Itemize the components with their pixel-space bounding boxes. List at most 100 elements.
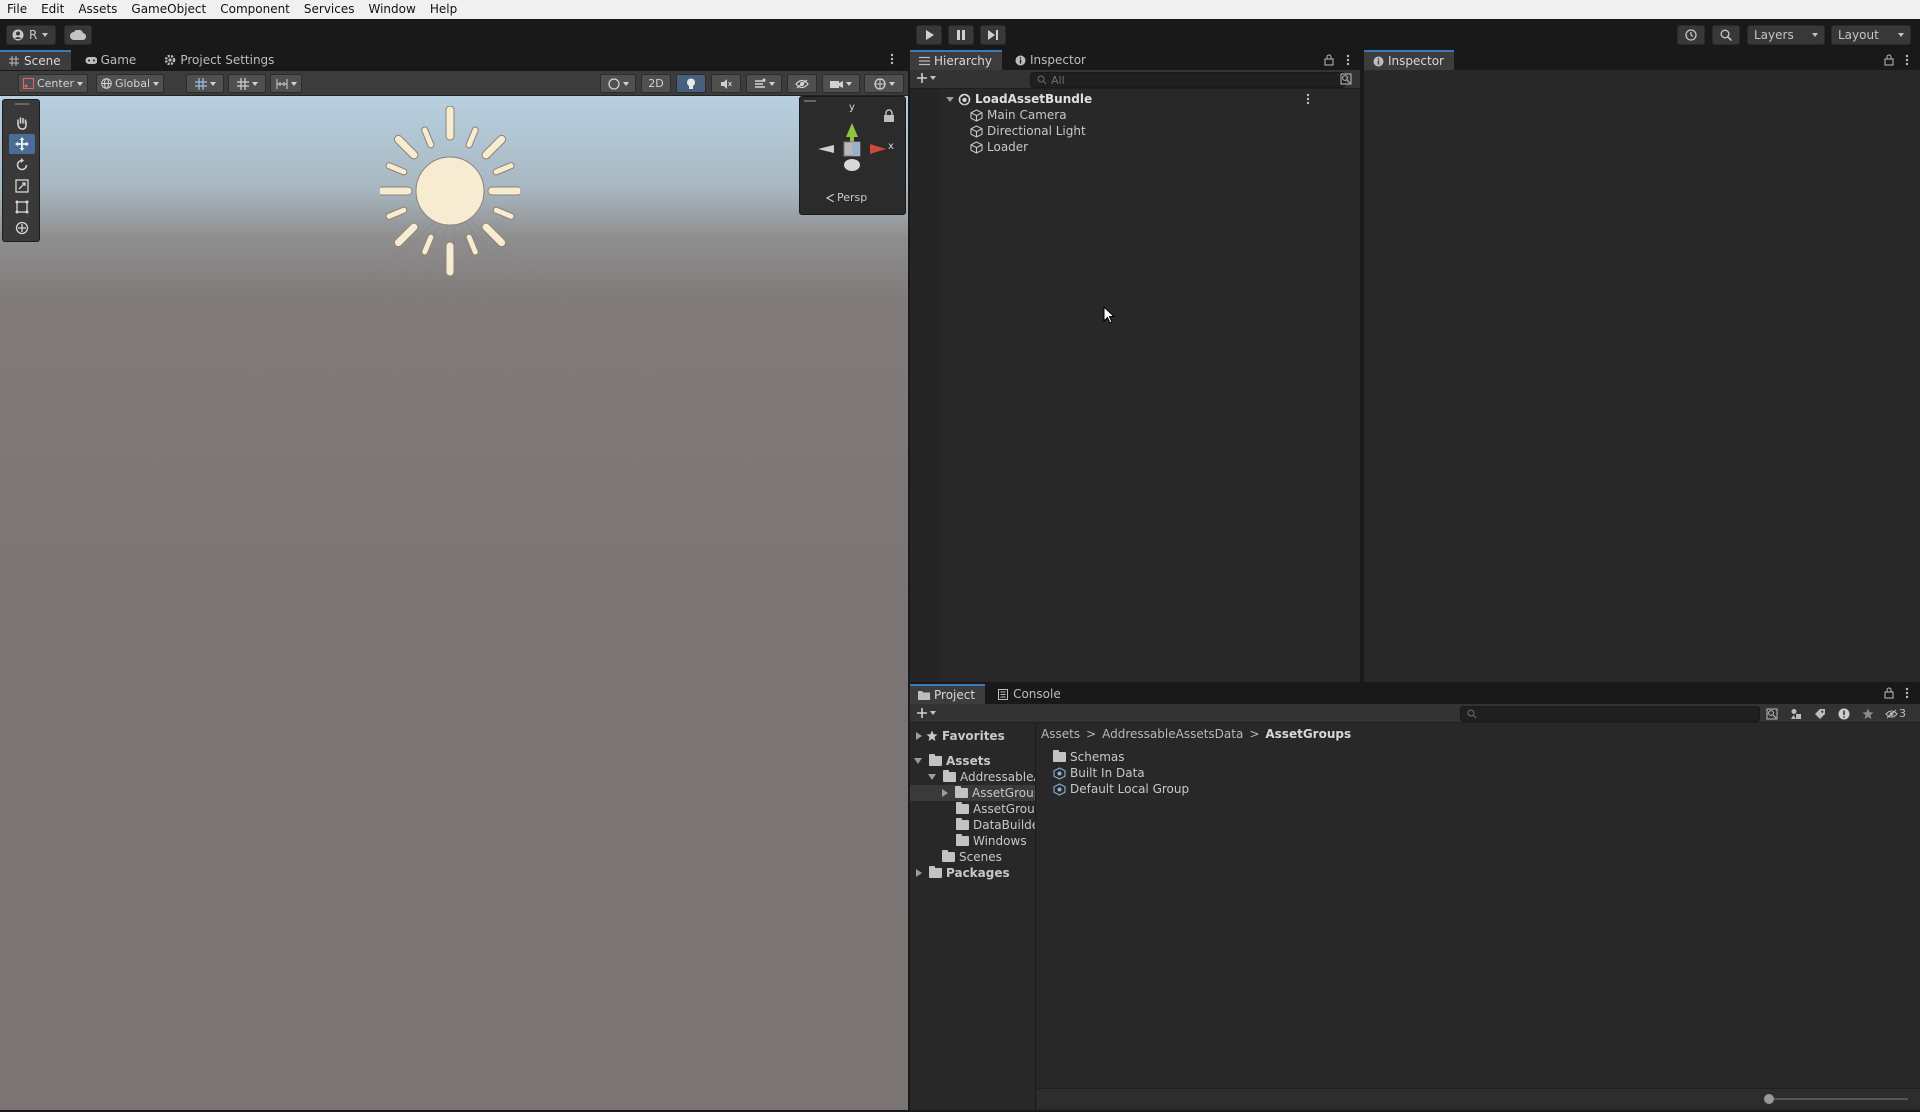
scene-menu-icon[interactable] — [1306, 93, 1310, 105]
increment-snap-dropdown[interactable] — [270, 74, 302, 93]
scale-tool[interactable] — [9, 176, 35, 196]
projection-toggle[interactable]: Persp — [826, 191, 867, 204]
play-button[interactable] — [916, 25, 942, 45]
scene-toolbar: Center Global 2D — [0, 71, 908, 96]
tree-favorites[interactable]: Favorites — [916, 728, 1005, 744]
search-scene-icon[interactable] — [1766, 708, 1778, 720]
history-button[interactable] — [1677, 25, 1705, 45]
search-scene-icon[interactable] — [1340, 73, 1352, 85]
grid-visibility-dropdown[interactable] — [228, 74, 266, 93]
audio-toggle[interactable] — [711, 74, 741, 93]
tab-project-settings[interactable]: Project Settings — [156, 50, 284, 70]
tree-addressable[interactable]: AddressableA — [928, 769, 1035, 785]
filter-by-type-icon[interactable] — [1790, 708, 1802, 720]
menu-file[interactable]: File — [0, 0, 34, 19]
create-dropdown[interactable] — [916, 72, 936, 84]
filter-by-log-icon[interactable] — [1838, 708, 1850, 720]
hierarchy-search-input[interactable]: All — [1030, 72, 1345, 88]
camera-settings-dropdown[interactable] — [822, 74, 860, 93]
gear-icon — [164, 54, 176, 66]
pause-button[interactable] — [948, 25, 974, 45]
cloud-icon — [70, 30, 86, 40]
star-icon[interactable] — [1862, 708, 1874, 720]
transform-tool[interactable] — [9, 218, 35, 238]
orientation-gizmo[interactable]: y x Persp — [799, 96, 906, 215]
search-button[interactable] — [1712, 25, 1740, 45]
menu-component[interactable]: Component — [213, 0, 297, 19]
project-search-input[interactable] — [1460, 706, 1760, 722]
palette-grip[interactable] — [15, 103, 29, 105]
lighting-toggle[interactable] — [676, 74, 706, 93]
expand-triangle-icon[interactable] — [914, 758, 922, 764]
expand-triangle-icon[interactable] — [916, 732, 922, 740]
scene-row[interactable]: LoadAssetBundle — [946, 91, 1356, 107]
asset-item-built-in-data[interactable]: Built In Data — [1053, 765, 1145, 781]
layout-dropdown[interactable]: Layout — [1831, 25, 1911, 45]
layers-dropdown[interactable]: Layers — [1747, 25, 1825, 45]
menu-edit[interactable]: Edit — [34, 0, 71, 19]
inspector-menu-icon[interactable] — [1905, 54, 1909, 66]
hand-tool[interactable] — [9, 113, 35, 133]
tab-inspector-secondary[interactable]: Inspector — [1006, 50, 1096, 70]
hidden-packages-toggle[interactable]: 3 — [1885, 707, 1906, 720]
rotate-tool[interactable] — [9, 155, 35, 175]
pivot-dropdown[interactable]: Center — [18, 74, 88, 93]
draw-mode-dropdown[interactable] — [600, 74, 636, 93]
zoom-slider-thumb[interactable] — [1764, 1094, 1774, 1104]
info-icon — [1372, 55, 1384, 67]
lock-icon[interactable] — [1884, 687, 1894, 699]
grid-snapping-dropdown[interactable] — [186, 74, 224, 93]
expand-triangle-icon[interactable] — [916, 869, 922, 877]
tab-project[interactable]: Project — [910, 684, 986, 704]
effects-dropdown[interactable] — [746, 74, 782, 93]
filter-by-label-icon[interactable] — [1814, 708, 1826, 720]
toggle-2d-button[interactable]: 2D — [641, 74, 671, 93]
project-menu-icon[interactable] — [1905, 687, 1909, 699]
hierarchy-object-main-camera[interactable]: Main Camera — [970, 107, 1067, 123]
tab-inspector[interactable]: Inspector — [1364, 50, 1454, 70]
tree-assetgroups[interactable]: AssetGroup — [942, 785, 1035, 801]
hierarchy-object-loader[interactable]: Loader — [970, 139, 1028, 155]
asset-item-default-local-group[interactable]: Default Local Group — [1053, 781, 1189, 797]
hierarchy-menu-icon[interactable] — [1346, 54, 1350, 66]
cloud-button[interactable] — [64, 25, 92, 45]
hierarchy-object-directional-light[interactable]: Directional Light — [970, 123, 1086, 139]
project-create-dropdown[interactable] — [916, 707, 936, 719]
gizmos-dropdown[interactable] — [864, 74, 904, 93]
zoom-slider-track[interactable] — [1768, 1098, 1908, 1100]
space-dropdown[interactable]: Global — [96, 74, 164, 93]
scene-viewport[interactable] — [0, 96, 908, 1110]
menu-help[interactable]: Help — [423, 0, 464, 19]
directional-light-icon[interactable] — [380, 106, 520, 276]
asset-item-schemas[interactable]: Schemas — [1053, 749, 1125, 765]
breadcrumb-current[interactable]: AssetGroups — [1265, 727, 1351, 741]
tree-assetgrouptemplates[interactable]: AssetGroup — [956, 801, 1035, 817]
tab-scene[interactable]: Scene — [0, 50, 71, 70]
step-button[interactable] — [980, 25, 1006, 45]
tree-databuilders[interactable]: DataBuilde — [956, 817, 1035, 833]
menu-assets[interactable]: Assets — [71, 0, 124, 19]
menu-gameobject[interactable]: GameObject — [124, 0, 213, 19]
tab-console[interactable]: Console — [989, 684, 1071, 704]
tab-hierarchy[interactable]: Hierarchy — [910, 50, 1003, 70]
axis-gizmo[interactable] — [814, 107, 894, 177]
breadcrumb-item[interactable]: AddressableAssetsData — [1102, 727, 1243, 741]
tree-packages[interactable]: Packages — [916, 865, 1010, 881]
tree-assets[interactable]: Assets — [914, 753, 991, 769]
breadcrumb-item[interactable]: Assets — [1041, 727, 1080, 741]
lock-icon[interactable] — [1324, 54, 1334, 66]
lock-icon[interactable] — [1884, 54, 1894, 66]
expand-triangle-icon[interactable] — [946, 96, 954, 102]
move-tool[interactable] — [9, 134, 35, 154]
menu-window[interactable]: Window — [362, 0, 423, 19]
menu-services[interactable]: Services — [297, 0, 362, 19]
scene-visibility-toggle[interactable] — [787, 74, 817, 93]
rect-tool[interactable] — [9, 197, 35, 217]
tab-game[interactable]: Game — [77, 50, 147, 70]
tree-windows[interactable]: Windows — [956, 833, 1027, 849]
expand-triangle-icon[interactable] — [942, 789, 948, 797]
expand-triangle-icon[interactable] — [928, 774, 936, 780]
scene-panel-menu-icon[interactable] — [890, 53, 900, 67]
account-dropdown[interactable]: R — [6, 25, 56, 45]
tree-scenes[interactable]: Scenes — [942, 849, 1002, 865]
